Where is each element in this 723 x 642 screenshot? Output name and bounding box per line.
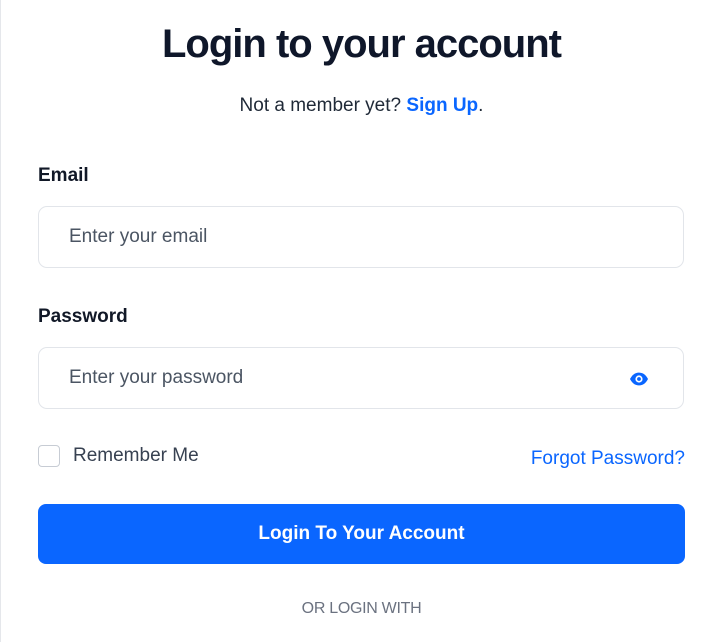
remember-me-label: Remember Me (73, 445, 199, 466)
eye-icon[interactable] (629, 370, 649, 388)
password-field[interactable] (69, 348, 629, 408)
or-login-with-divider: OR LOGIN WITH (301, 600, 422, 617)
signup-prompt: Not a member yet? Sign Up. (0, 93, 723, 119)
email-label: Email (38, 165, 89, 186)
forgot-password-link[interactable]: Forgot Password? (531, 447, 685, 471)
signup-link[interactable]: Sign Up (406, 95, 478, 116)
password-label: Password (38, 306, 128, 327)
email-field[interactable] (69, 207, 629, 267)
signup-prompt-text: Not a member yet? (239, 95, 402, 116)
password-field-box (38, 347, 684, 409)
remember-me-checkbox[interactable] (38, 445, 60, 467)
email-field-box (38, 206, 684, 268)
page-title: Login to your account (162, 22, 562, 66)
remember-me-toggle[interactable]: Remember Me (38, 444, 199, 468)
login-button[interactable]: Login To Your Account (38, 504, 685, 564)
signup-prompt-suffix: . (478, 95, 484, 116)
